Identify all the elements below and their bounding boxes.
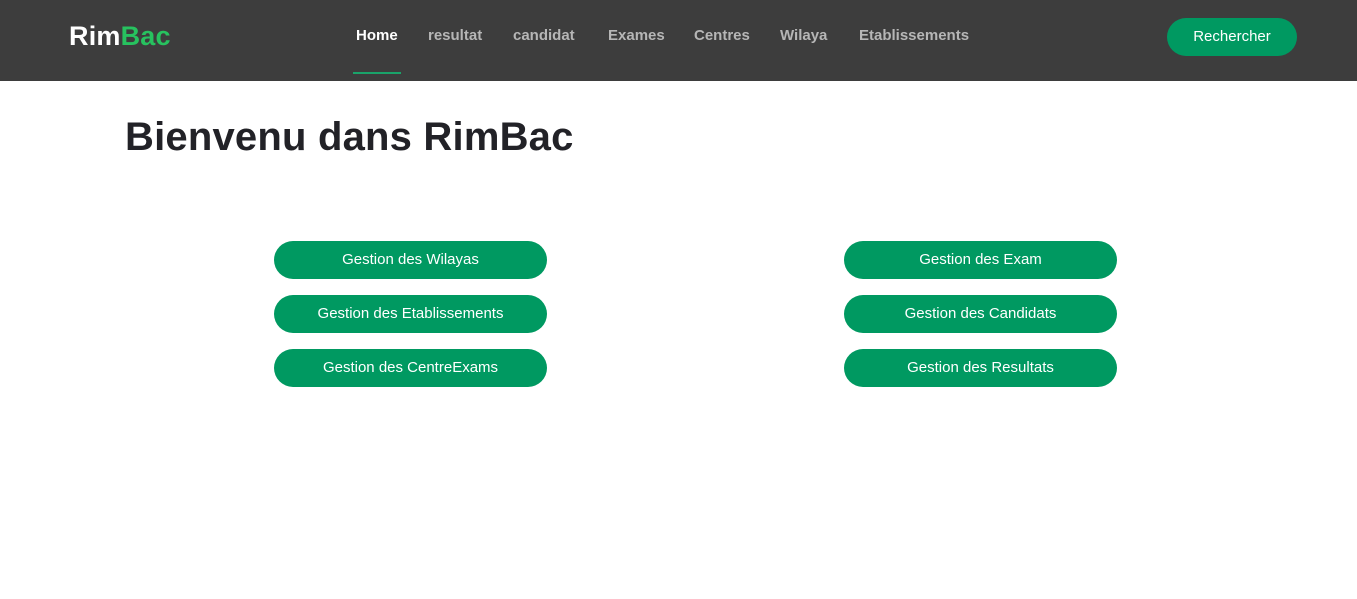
manage-candidats-button[interactable]: Gestion des Candidats [844, 295, 1117, 333]
page-title: Bienvenu dans RimBac [125, 115, 574, 159]
nav-item-candidat[interactable]: candidat [513, 25, 575, 47]
manage-resultats-button[interactable]: Gestion des Resultats [844, 349, 1117, 387]
nav-item-home[interactable]: Home [356, 25, 398, 47]
nav-item-etablissements[interactable]: Etablissements [859, 25, 969, 47]
search-button[interactable]: Rechercher [1167, 18, 1297, 56]
main-nav: Home resultat candidat Exames Centres Wi… [0, 0, 1357, 81]
nav-item-centres[interactable]: Centres [694, 25, 750, 47]
nav-item-resultat[interactable]: resultat [428, 25, 482, 47]
nav-item-exames[interactable]: Exames [608, 25, 665, 47]
manage-centreexams-button[interactable]: Gestion des CentreExams [274, 349, 547, 387]
nav-item-wilaya[interactable]: Wilaya [780, 25, 827, 47]
manage-wilayas-button[interactable]: Gestion des Wilayas [274, 241, 547, 279]
active-nav-indicator [353, 72, 401, 74]
manage-etablissements-button[interactable]: Gestion des Etablissements [274, 295, 547, 333]
top-navbar: RimBac Home resultat candidat Exames Cen… [0, 0, 1357, 81]
manage-exam-button[interactable]: Gestion des Exam [844, 241, 1117, 279]
